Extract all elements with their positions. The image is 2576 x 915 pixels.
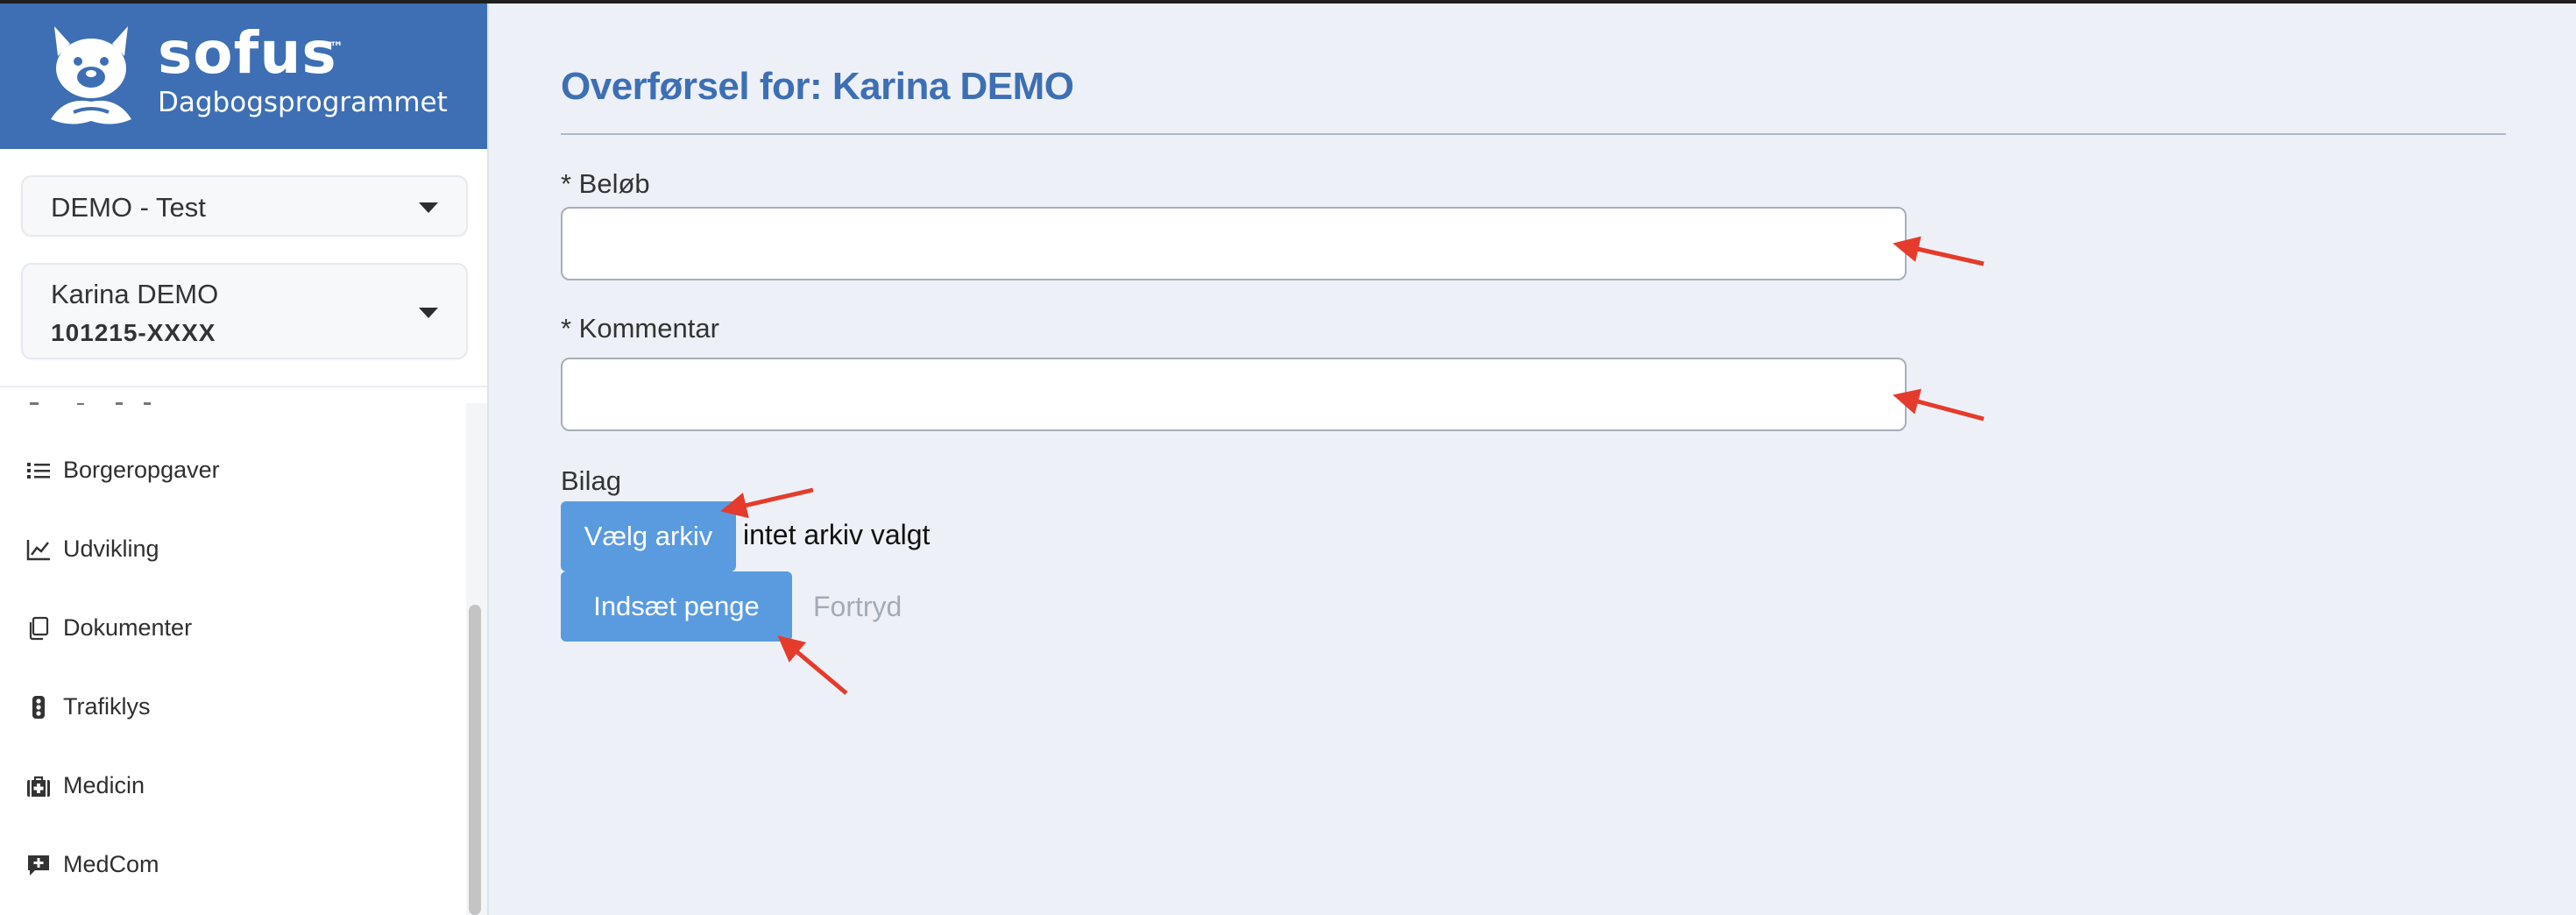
sidebar-item-borgeropgaver[interactable]: Borgeropgaver xyxy=(26,450,447,492)
brand-name: sofus xyxy=(158,19,337,87)
amount-label: * Beløb xyxy=(561,168,650,199)
list-icon xyxy=(27,463,50,479)
file-status-text: intet arkiv valgt xyxy=(743,519,931,550)
sidebar-item-partial xyxy=(28,396,168,405)
sidebar-item-medcom[interactable]: MedCom xyxy=(26,844,447,886)
brand-header[interactable]: sofus ™ Dagbogsprogrammet xyxy=(0,0,487,149)
message-plus-icon xyxy=(28,855,49,876)
sidebar-item-label: Udvikling xyxy=(63,536,159,562)
title-divider xyxy=(561,133,2506,135)
sidebar-item-label: Dokumenter xyxy=(63,614,193,641)
sidebar-item-label: Trafiklys xyxy=(63,693,151,720)
documents-icon xyxy=(29,616,49,641)
comment-label: * Kommentar xyxy=(561,313,719,344)
cancel-link[interactable]: Fortryd xyxy=(813,591,902,623)
sidebar-divider xyxy=(0,386,487,387)
medical-kit-icon xyxy=(27,776,50,797)
traffic-light-icon xyxy=(32,696,45,719)
cut-off-item-icon xyxy=(30,402,151,405)
line-chart-icon xyxy=(26,540,50,561)
trademark-mark: ™ xyxy=(329,39,343,55)
sidebar-item-label: Borgeropgaver xyxy=(63,457,220,483)
organization-selector[interactable]: DEMO - Test xyxy=(21,175,468,237)
citizen-name: Karina DEMO xyxy=(51,279,219,309)
citizen-selector[interactable]: Karina DEMO 101215-XXXX xyxy=(21,263,468,359)
sidebar-item-trafiklys[interactable]: Trafiklys xyxy=(26,686,447,728)
attachment-label: Bilag xyxy=(561,465,621,496)
citizen-id: 101215-XXXX xyxy=(51,319,216,346)
sidebar-item-dokumenter[interactable]: Dokumenter xyxy=(26,607,447,649)
brand-subtitle: Dagbogsprogrammet xyxy=(158,87,448,118)
submit-deposit-button[interactable]: Indsæt penge xyxy=(561,571,792,642)
sidebar-scrollbar-thumb[interactable] xyxy=(469,605,481,915)
sidebar: sofus ™ Dagbogsprogrammet DEMO - Test Ka… xyxy=(0,0,489,915)
choose-file-button[interactable]: Vælg arkiv xyxy=(561,501,736,571)
comment-input[interactable] xyxy=(561,358,1907,431)
organization-selected: DEMO - Test xyxy=(51,192,206,223)
bear-logo-icon xyxy=(51,26,131,124)
sidebar-item-label: Medicin xyxy=(63,772,145,798)
sidebar-item-medicin[interactable]: Medicin xyxy=(26,765,447,807)
window-top-border xyxy=(0,0,2576,4)
chevron-down-icon xyxy=(419,308,438,318)
page-title: Overførsel for: Karina DEMO xyxy=(561,65,1074,108)
sidebar-item-udvikling[interactable]: Udvikling xyxy=(26,528,447,571)
sidebar-item-label: MedCom xyxy=(63,851,159,877)
amount-input[interactable] xyxy=(561,207,1907,280)
chevron-down-icon xyxy=(419,202,438,213)
main-content: Overførsel for: Karina DEMO * Beløb * Ko… xyxy=(491,0,2576,915)
